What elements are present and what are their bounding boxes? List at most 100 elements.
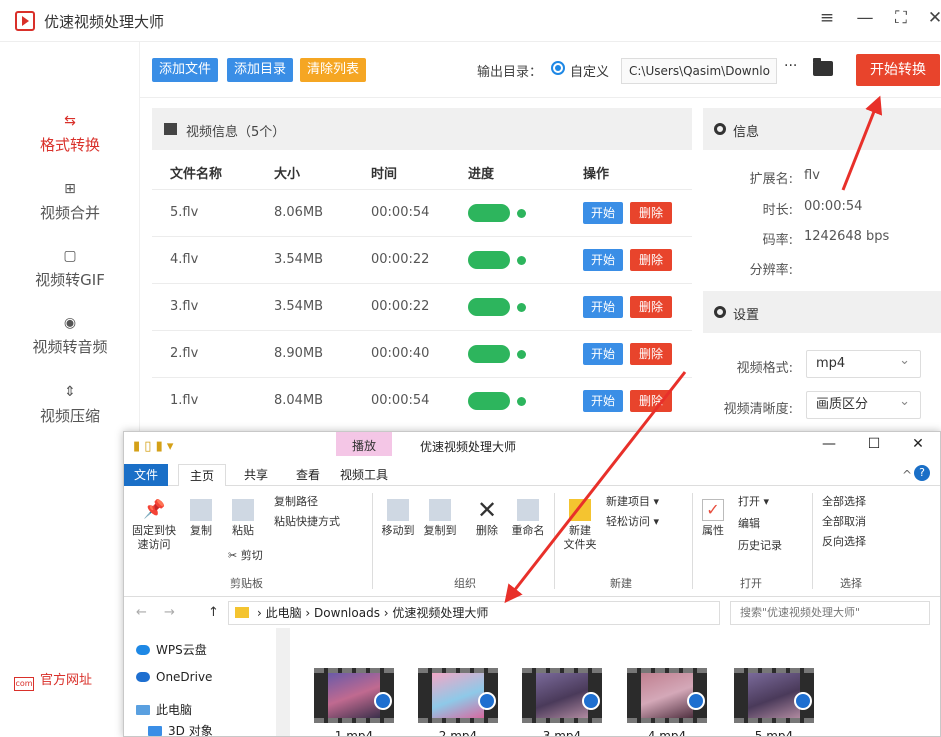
maximize-icon[interactable]: ☐ [859, 436, 889, 452]
rename-button[interactable]: 重命名 [508, 499, 548, 538]
tab-share[interactable]: 共享 [236, 464, 276, 486]
file-item[interactable]: 4.mp4 [627, 668, 707, 736]
nav-scrollbar[interactable] [276, 628, 290, 736]
cut-button[interactable]: ✂ 剪切 [228, 549, 263, 563]
video-info-header: 视频信息（5个） [152, 108, 692, 150]
progress-dot [517, 209, 526, 218]
help-icon[interactable]: ? [914, 465, 930, 481]
file-item[interactable]: 3.mp4 [522, 668, 602, 736]
file-duration: 00:00:40 [371, 346, 430, 361]
maximize-icon[interactable]: ⛶ [888, 8, 914, 28]
progress-dot [517, 303, 526, 312]
open-button[interactable]: 打开 ▾ [738, 495, 769, 509]
start-button[interactable]: 开始 [583, 202, 623, 224]
paste-button[interactable]: 粘贴 [228, 499, 258, 538]
group-clipboard: 剪贴板 [230, 577, 263, 590]
copy-path-button[interactable]: 复制路径 [274, 495, 318, 509]
quick-access-toolbar-icon[interactable]: ▮ ▯ ▮ ▾ [133, 439, 173, 454]
add-file-button[interactable]: 添加文件 [152, 58, 219, 82]
custom-radio[interactable] [551, 61, 565, 75]
delete-button[interactable]: 删除 [630, 249, 672, 271]
pin-quick-access-button[interactable]: 📌 固定到快 速访问 [130, 499, 178, 552]
copy-button[interactable]: 复制 [186, 499, 216, 538]
sidebar-item-video-gif[interactable]: ▢ 视频转GIF [0, 247, 140, 290]
sidebar-item-label: 视频转音频 [32, 338, 108, 356]
paste-icon [232, 499, 254, 521]
delete-button[interactable]: 删除 [630, 296, 672, 318]
start-button[interactable]: 开始 [583, 343, 623, 365]
start-button[interactable]: 开始 [583, 390, 623, 412]
edit-button[interactable]: 编辑 [738, 517, 760, 531]
copy-to-button[interactable]: 复制到 [420, 499, 460, 538]
up-icon[interactable]: ↑ [208, 605, 219, 620]
address-bar[interactable]: › 此电脑 › Downloads › 优速视频处理大师 [228, 601, 720, 625]
forward-icon[interactable]: → [164, 605, 175, 620]
website-icon: com [14, 677, 34, 691]
info-header: 信息 [703, 108, 941, 150]
file-item[interactable]: 2.mp4 [418, 668, 498, 736]
start-button[interactable]: 开始 [583, 249, 623, 271]
menu-icon[interactable]: ≡ [814, 8, 840, 28]
table-row[interactable]: 5.flv 8.06MB 00:00:54 开始 删除 [152, 189, 692, 236]
tab-home[interactable]: 主页 [178, 464, 226, 486]
select-all-button[interactable]: 全部选择 [822, 495, 866, 509]
output-path-input[interactable]: C:\Users\Qasim\Downlo [621, 58, 777, 84]
nav-item-label: OneDrive [156, 670, 213, 684]
progress-bar [468, 204, 510, 222]
delete-button[interactable]: 删除 [630, 343, 672, 365]
info-settings-panel: 信息 扩展名: flv 时长: 00:00:54 码率: 1242648 bps… [703, 108, 941, 438]
new-item-button[interactable]: 新建项目 ▾ [606, 495, 659, 509]
file-item[interactable]: 1.mp4 [314, 668, 394, 736]
official-site-link[interactable]: com 官方网址 [14, 669, 92, 691]
easy-access-button[interactable]: 轻松访问 ▾ [606, 515, 659, 529]
quality-select[interactable]: 画质区分 [806, 389, 921, 419]
properties-button[interactable]: ✓ 属性 [698, 499, 728, 538]
search-input[interactable]: 搜索"优速视频处理大师" [730, 601, 930, 625]
sidebar-item-video-audio[interactable]: ◉ 视频转音频 [0, 314, 140, 357]
resolution-label: 分辨率: [749, 263, 793, 278]
new-folder-button[interactable]: 新建 文件夹 [560, 499, 600, 552]
delete-button[interactable]: 删除 [630, 202, 672, 224]
tab-file[interactable]: 文件 [124, 464, 168, 486]
start-convert-button[interactable]: 开始转换 [856, 54, 940, 86]
table-row[interactable]: 3.flv 3.54MB 00:00:22 开始 删除 [152, 283, 692, 330]
table-row[interactable]: 2.flv 8.90MB 00:00:40 开始 删除 [152, 330, 692, 377]
tab-view[interactable]: 查看 [288, 464, 328, 486]
delete-button[interactable]: 删除 [630, 390, 672, 412]
add-directory-button[interactable]: 添加目录 [227, 58, 294, 82]
move-to-button[interactable]: 移动到 [378, 499, 418, 538]
bitrate-value: 1242648 bps [804, 229, 890, 244]
browse-more-button[interactable]: ··· [784, 58, 797, 74]
table-row[interactable]: 4.flv 3.54MB 00:00:22 开始 删除 [152, 236, 692, 283]
select-none-button[interactable]: 全部取消 [822, 515, 866, 529]
format-select[interactable]: mp4 [806, 348, 921, 378]
file-duration: 00:00:54 [371, 205, 430, 220]
history-button[interactable]: 历史记录 [738, 539, 782, 553]
copy-to-label: 复制到 [423, 524, 457, 537]
paste-shortcut-button[interactable]: 粘贴快捷方式 [274, 515, 340, 529]
delete-file-button[interactable]: ✕ 删除 [470, 498, 504, 538]
nav-item-this-pc[interactable]: 此电脑 [136, 701, 192, 718]
nav-item-onedrive[interactable]: OneDrive [136, 670, 212, 684]
sidebar-item-video-compress[interactable]: ⇕ 视频压缩 [0, 383, 140, 426]
table-row[interactable]: 1.flv 8.04MB 00:00:54 开始 删除 [152, 377, 692, 424]
nav-item-3d-objects[interactable]: 3D 对象 [148, 722, 213, 736]
invert-selection-button[interactable]: 反向选择 [822, 535, 866, 549]
tab-video-tools[interactable]: 视频工具 [338, 464, 390, 486]
back-icon[interactable]: ← [136, 605, 147, 620]
minimize-icon[interactable]: — [852, 8, 878, 28]
clear-list-button[interactable]: 清除列表 [300, 58, 367, 82]
context-tab-play[interactable]: 播放 [336, 432, 392, 456]
nav-item-wps[interactable]: WPS云盘 [136, 641, 207, 658]
sidebar-item-video-merge[interactable]: ⊞ 视频合并 [0, 180, 140, 223]
gear-icon [714, 306, 726, 318]
close-icon[interactable]: ✕ [903, 436, 933, 452]
sidebar-item-format-convert[interactable]: ⇆ 格式转换 [0, 112, 140, 155]
folder-icon[interactable] [813, 58, 833, 76]
file-item[interactable]: 5.mp4 [734, 668, 814, 736]
minimize-icon[interactable]: — [814, 436, 844, 452]
start-button[interactable]: 开始 [583, 296, 623, 318]
collapse-ribbon-icon[interactable]: ^ [900, 464, 914, 486]
custom-radio-label: 自定义 [570, 65, 610, 80]
close-icon[interactable]: ✕ [922, 8, 941, 28]
